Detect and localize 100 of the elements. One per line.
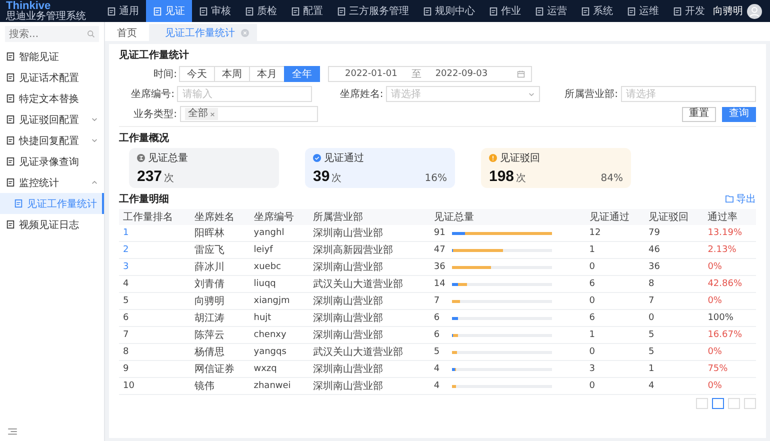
nav-tab[interactable]: 见证 (146, 0, 192, 22)
nav-tab[interactable]: 审核 (192, 0, 238, 22)
sidebar-item[interactable]: 快捷回复配置 (0, 130, 104, 151)
branch-field[interactable]: 请选择 (621, 86, 756, 102)
business-type-select[interactable]: 全部 (180, 106, 318, 122)
table-cell: leiyf (250, 242, 309, 258)
period-button[interactable]: 今天 (179, 66, 215, 82)
table-cell: xuebc (250, 258, 309, 276)
sidebar-item[interactable]: 见证驳回配置 (0, 109, 104, 130)
stat-value: 39 (313, 169, 330, 184)
nav-tab[interactable]: 质检 (238, 0, 284, 22)
page-tab[interactable]: 首页 (109, 24, 145, 41)
table-cell-text: 5 (434, 347, 441, 357)
table-cell: 100% (704, 310, 756, 326)
sum-icon (137, 154, 145, 162)
logo-text: Thinkive (6, 0, 51, 12)
table-cell: 5 (644, 344, 704, 360)
document-icon (489, 6, 498, 16)
chevron-icon (91, 179, 98, 186)
nav-tab[interactable]: 作业 (482, 0, 528, 22)
close-icon[interactable] (210, 112, 215, 116)
document-icon (535, 6, 544, 16)
table-cell: 6 (585, 276, 644, 292)
table-cell: 阳晖林 (190, 225, 250, 242)
sidebar-item[interactable]: 见证录像查询 (0, 151, 104, 172)
table-cell: 75% (704, 360, 756, 378)
table-cell: 刘青倩 (190, 276, 250, 292)
seat-code-field[interactable]: 请输入 (177, 86, 312, 102)
rank-cell: 9 (119, 360, 191, 378)
document-icon (245, 6, 254, 16)
sidebar-item[interactable]: 见证话术配置 (0, 67, 104, 88)
avatar-icon[interactable] (747, 4, 762, 18)
reset-button[interactable]: 重置 (682, 106, 716, 122)
period-button[interactable]: 本周 (214, 66, 250, 82)
column-header: 坐席编号 (250, 209, 309, 225)
nav-tab[interactable]: 开发 (666, 0, 712, 22)
table-cell: 镜伟 (190, 378, 250, 394)
sidebar-item[interactable]: 特定文本替换 (0, 88, 104, 109)
document-icon (6, 94, 15, 103)
field-label: 坐席编号: (130, 88, 176, 101)
sidebar-item[interactable]: 视频见证日志 (0, 214, 104, 235)
table-cell: 深圳高新园营业部 (308, 242, 430, 258)
table-cell: 4 (644, 378, 704, 394)
rank-cell: 3 (119, 258, 191, 276)
document-icon (6, 157, 15, 166)
chevron-icon (528, 90, 535, 98)
search-field[interactable]: 搜索... (5, 26, 99, 42)
table-cell: 12 (585, 225, 644, 242)
table-cell: 13.19% (704, 225, 756, 242)
close-icon[interactable] (241, 28, 249, 36)
query-button[interactable]: 查询 (722, 106, 756, 122)
table-cell: 91 (434, 228, 446, 238)
nav-tab[interactable]: 配置 (284, 0, 330, 22)
stat-value: 198 (489, 169, 514, 184)
column-header: 通过率 (704, 209, 756, 225)
table-cell: 42.86% (704, 276, 756, 292)
period-button[interactable]: 本月 (249, 66, 285, 82)
chevron-icon (91, 116, 98, 123)
user-name: 向骋明 (713, 4, 743, 18)
nav-tab[interactable]: 三方服务管理 (330, 0, 416, 22)
table-cell: 7 (644, 292, 704, 310)
table-cell: 36 (434, 262, 446, 272)
nav-tab[interactable]: 通用 (100, 0, 146, 22)
table-cell: 胡江涛 (190, 310, 250, 326)
table-cell: 薛冰川 (190, 258, 250, 276)
table-cell: 0 (585, 344, 644, 360)
table-cell: 深圳南山营业部 (308, 225, 430, 242)
table-cell: 0% (704, 258, 756, 276)
table-cell: 8 (644, 276, 704, 292)
table-cell-text: 4 (434, 364, 441, 374)
rank-cell: 8 (119, 344, 191, 360)
stat-unit: 次 (516, 172, 526, 185)
sidebar-item[interactable]: 智能见证 (0, 46, 104, 67)
table-cell: 47 (434, 245, 446, 255)
table-cell: 雷应飞 (190, 242, 250, 258)
menu-icon[interactable] (8, 428, 17, 435)
table-cell: 1 (644, 360, 704, 378)
nav-tab[interactable]: 运营 (528, 0, 574, 22)
nav-tab[interactable]: 规则中心 (416, 0, 482, 22)
column-header: 所属营业部 (308, 209, 430, 225)
field-label: 时间: (152, 68, 178, 81)
column-header: 见证通过 (585, 209, 644, 225)
nav-tab[interactable]: 运维 (620, 0, 666, 22)
document-icon (107, 6, 116, 16)
export-link[interactable]: 导出 (725, 192, 756, 206)
stat-value: 237 (137, 169, 162, 184)
page-button[interactable] (712, 398, 724, 409)
rank-cell: 1 (119, 225, 191, 242)
period-button[interactable]: 全年 (284, 66, 320, 82)
table-cell-text: 6 (434, 313, 441, 323)
document-icon (6, 178, 15, 187)
date-range-field[interactable]: 2022-01-01 至 2022-09-03 (328, 66, 532, 82)
table-cell: 深圳南山营业部 (308, 310, 430, 326)
sidebar-item[interactable]: 监控统计 (0, 172, 104, 193)
column-header: 见证总量 (430, 209, 586, 225)
table-cell: 深圳南山营业部 (308, 378, 430, 394)
stat-percent: 16% (424, 173, 447, 184)
nav-tab[interactable]: 系统 (574, 0, 620, 22)
table-cell: 武汉关山大道营业部 (308, 344, 430, 360)
table-cell: 0% (704, 292, 756, 310)
